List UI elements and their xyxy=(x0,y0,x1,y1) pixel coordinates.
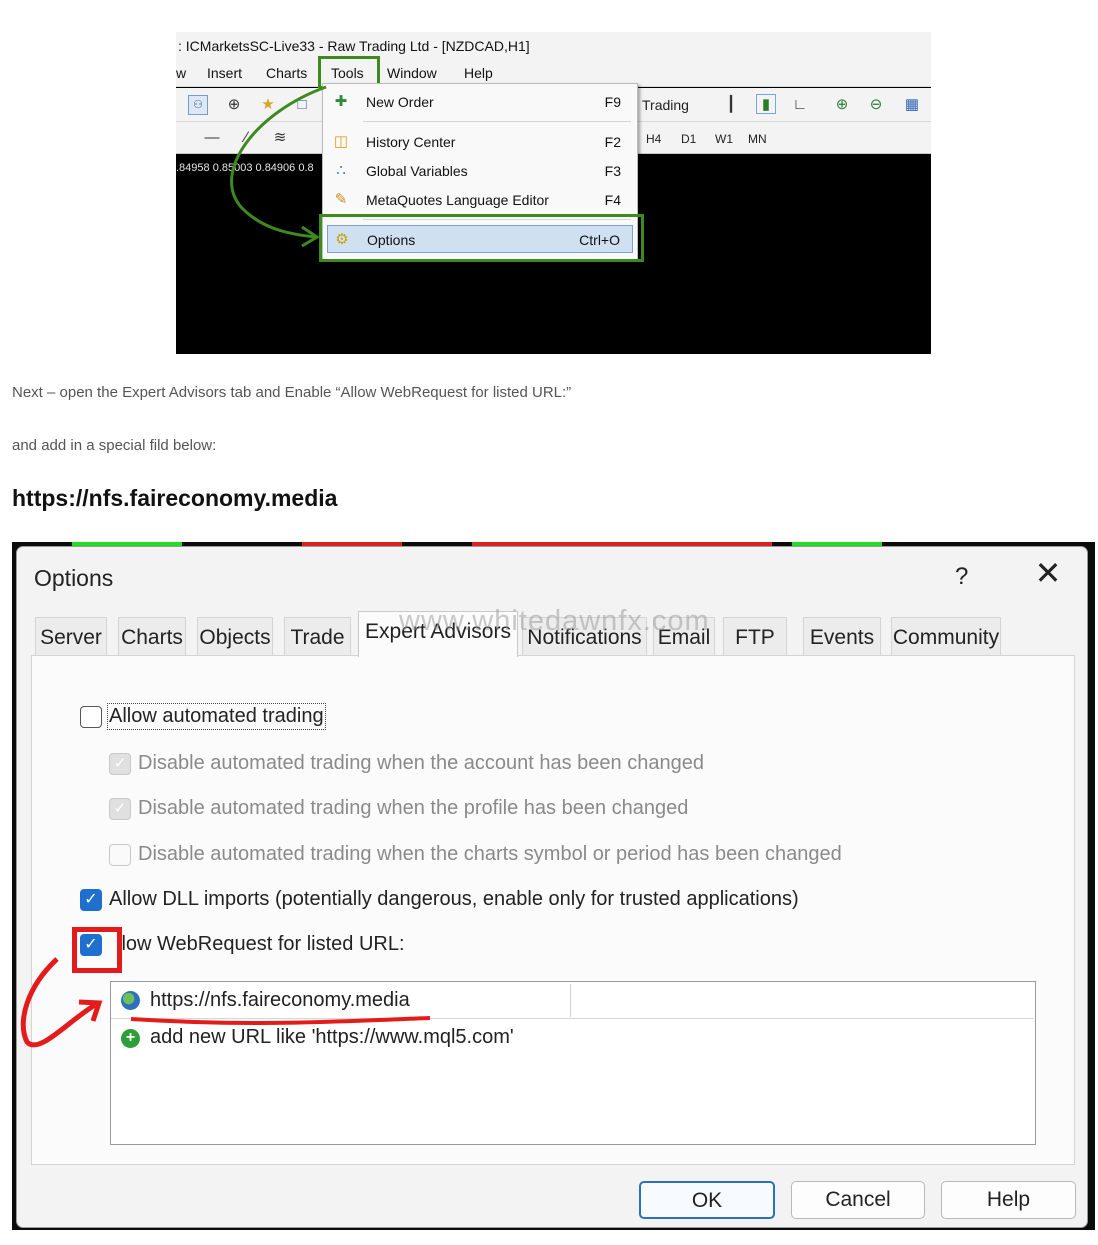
options-dialog-screenshot: Options ? ✕ Server Charts Objects Trade … xyxy=(12,542,1095,1230)
instruction-paragraph: Next – open the Expert Advisors tab and … xyxy=(12,384,572,401)
mt4-tools-menu-screenshot: : ICMarketsSC-Live33 - Raw Trading Ltd -… xyxy=(176,32,931,354)
instruction-paragraph-2: and add in a special fild below: xyxy=(12,437,217,454)
options-dialog: Options ? ✕ Server Charts Objects Trade … xyxy=(16,546,1088,1228)
url-heading: https://nfs.faireconomy.media xyxy=(12,485,338,511)
red-annotation-overlay xyxy=(20,957,431,1048)
green-arrow-annotation xyxy=(230,85,327,248)
